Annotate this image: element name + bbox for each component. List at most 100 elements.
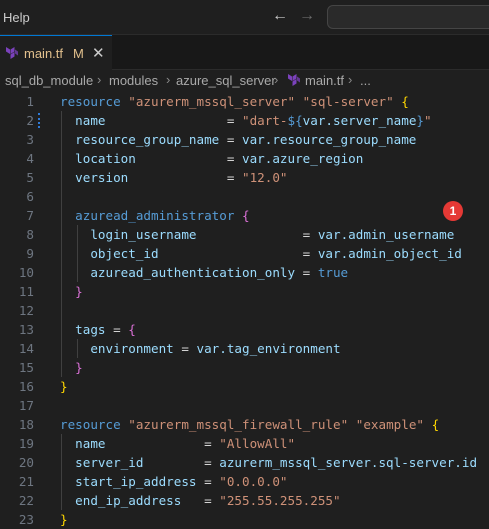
code-token: resource	[60, 94, 121, 109]
code-line: 5 version = "12.0"	[0, 168, 489, 187]
code-line: 6	[0, 187, 489, 206]
line-number: 14	[18, 341, 34, 356]
code-line: 2 name = "dart-${var.server_name}"	[0, 111, 489, 130]
menu-help[interactable]: Help	[3, 10, 30, 25]
code-token: resource	[60, 417, 121, 432]
arrow-right-icon[interactable]: →	[299, 7, 315, 25]
line-number: 2	[26, 113, 34, 128]
line-number: 22	[18, 493, 34, 508]
code-line: 3 resource_group_name = var.resource_gro…	[0, 130, 489, 149]
line-number: 20	[18, 455, 34, 470]
code-token: azuread_authentication_only	[90, 265, 296, 280]
code-line: 18 resource "azurerm_mssql_firewall_rule"…	[0, 415, 489, 434]
close-icon[interactable]: ✕	[92, 44, 105, 62]
code-token: end_ip_address	[75, 493, 182, 508]
code-token: }	[75, 360, 83, 375]
code-token: azuread_administrator	[75, 208, 235, 223]
code-token: "0.0.0.0"	[219, 474, 288, 489]
line-number: 18	[18, 417, 34, 432]
line-number: 12	[18, 303, 34, 318]
line-code: version = "12.0"	[60, 168, 287, 187]
code-token: =	[181, 493, 220, 508]
code-token: }	[416, 113, 424, 128]
code-line: 7 azuread_administrator {	[0, 206, 489, 225]
code-token: login_username	[90, 227, 197, 242]
code-token: =	[196, 474, 220, 489]
breadcrumb-item-modules[interactable]: modules	[109, 73, 158, 88]
code-line: 20 server_id = azurerm_mssql_server.sql-…	[0, 453, 489, 472]
breadcrumb-item-main-tf[interactable]: main.tf	[305, 73, 344, 88]
line-code: object_id = var.admin_object_id	[60, 244, 462, 263]
code-token: "example"	[355, 417, 424, 432]
code-token: tags	[75, 322, 106, 337]
code-token: =	[158, 246, 318, 261]
line-number: 9	[26, 246, 34, 261]
chevron-right-icon: ›	[348, 72, 353, 87]
callout-badge: 1	[443, 201, 463, 221]
code-line: 13 tags = {	[0, 320, 489, 339]
tab-label: main.tf	[24, 46, 64, 61]
code-line: 16}	[0, 377, 489, 396]
line-code: resource "azurerm_mssql_server" "sql-ser…	[60, 92, 409, 111]
editor-tab-bar: main.tf M ✕	[0, 35, 489, 70]
line-code: }	[60, 510, 68, 529]
code-token: "12.0"	[241, 170, 288, 185]
line-code: resource "azurerm_mssql_firewall_rule" "…	[60, 415, 439, 434]
line-code: azuread_administrator {	[60, 206, 249, 225]
code-line: 11 }	[0, 282, 489, 301]
code-line: 21 start_ip_address = "0.0.0.0"	[0, 472, 489, 491]
line-code: start_ip_address = "0.0.0.0"	[60, 472, 288, 491]
line-number: 1	[26, 94, 34, 109]
tab-main-tf[interactable]: main.tf M ✕	[0, 35, 112, 70]
code-token: {	[128, 322, 136, 337]
line-number: 7	[26, 208, 34, 223]
code-line: 9 object_id = var.admin_object_id	[0, 244, 489, 263]
command-center-search[interactable]	[327, 5, 489, 29]
terraform-icon	[5, 46, 19, 65]
chevron-right-icon: ›	[274, 72, 279, 87]
code-token: var.tag_environment	[196, 341, 341, 356]
code-token: var.azure_region	[242, 151, 364, 166]
code-token: =	[105, 436, 220, 451]
code-token: "azurerm_mssql_server"	[128, 94, 296, 109]
line-number: 5	[26, 170, 34, 185]
code-token: var.admin_object_id	[317, 246, 462, 261]
code-token: name	[75, 436, 106, 451]
code-editor[interactable]: 1 resource "azurerm_mssql_server" "sql-se…	[0, 92, 489, 529]
code-token: name	[75, 113, 106, 128]
code-token: =	[219, 132, 242, 147]
breadcrumb-item-azure-sql-server[interactable]: azure_sql_server	[176, 73, 276, 88]
code-token: var.admin_username	[317, 227, 455, 242]
code-token: =	[143, 455, 220, 470]
code-line: 10 azuread_authentication_only = true	[0, 263, 489, 282]
code-line: 23}	[0, 510, 489, 529]
code-token: }	[60, 379, 68, 394]
code-line: 14 environment = var.tag_environment	[0, 339, 489, 358]
line-number: 19	[18, 436, 34, 451]
breadcrumb-item-more[interactable]: ...	[360, 73, 371, 88]
terraform-icon	[287, 73, 301, 90]
code-token: "	[424, 113, 432, 128]
line-code: name = "dart-${var.server_name}"	[60, 111, 432, 130]
breadcrumb-item-sql-db-module[interactable]: sql_db_module	[5, 73, 93, 88]
code-line: 19 name = "AllowAll"	[0, 434, 489, 453]
line-code: azuread_authentication_only = true	[60, 263, 348, 282]
line-code: server_id = azurerm_mssql_server.sql-ser…	[60, 453, 477, 472]
arrow-left-icon[interactable]: ←	[272, 7, 288, 25]
line-code: tags = {	[60, 320, 136, 339]
code-token: var.server_name	[302, 113, 417, 128]
code-line: 1 resource "azurerm_mssql_server" "sql-se…	[0, 92, 489, 111]
code-token: environment	[90, 341, 174, 356]
